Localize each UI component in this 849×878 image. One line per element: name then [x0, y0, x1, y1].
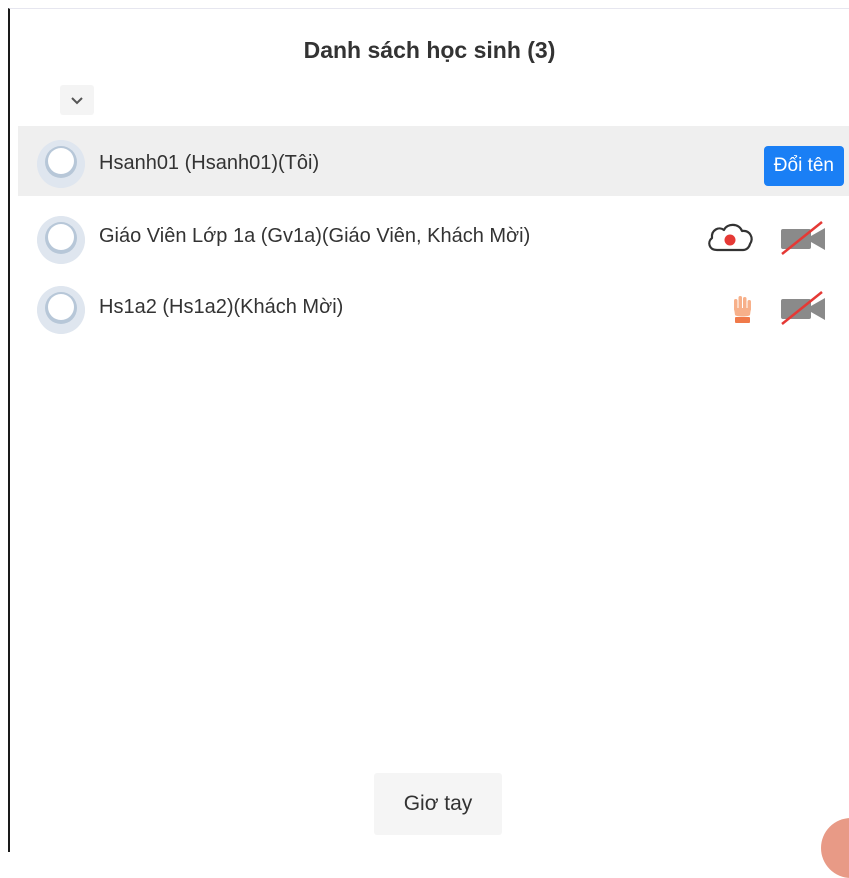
camera-off-icon: [781, 291, 825, 325]
rename-button[interactable]: Đổi tên: [763, 146, 844, 186]
raised-hand-icon: [734, 296, 751, 323]
participant-name: Giáo Viên Lớp 1a (Gv1a)(Giáo Viên, Khách…: [99, 225, 531, 247]
camera-toggle[interactable]: [777, 290, 829, 326]
participant-name: Hsanh01 (Hsanh01)(Tôi): [99, 152, 320, 174]
cloud-record-button[interactable]: [704, 219, 756, 255]
participant-row-teacher: Giáo Viên Lớp 1a (Gv1a)(Giáo Viên, Khách…: [18, 202, 849, 272]
panel-title: Danh sách học sinh (3): [303, 37, 556, 63]
raised-hand-indicator: [726, 292, 760, 326]
camera-off-icon: [781, 221, 825, 255]
raise-hand-button[interactable]: Giơ tay: [374, 773, 502, 835]
collapse-button[interactable]: [60, 85, 94, 115]
chevron-down-icon: [71, 96, 83, 104]
participant-name: Hs1a2 (Hs1a2)(Khách Mời): [99, 296, 344, 318]
avatar: [37, 286, 85, 334]
avatar: [37, 216, 85, 264]
participant-row-self: Hsanh01 (Hsanh01)(Tôi) Đổi tên: [18, 126, 849, 196]
camera-toggle[interactable]: [777, 220, 829, 256]
participant-row-student: Hs1a2 (Hs1a2)(Khách Mời): [18, 272, 849, 342]
user-avatar-icon: [37, 216, 85, 264]
user-avatar-icon: [37, 286, 85, 334]
cloud-record-icon: [708, 223, 753, 252]
avatar: [37, 140, 85, 188]
participant-panel: Danh sách học sinh (3) Hsanh01 (Hsanh01)…: [8, 8, 849, 852]
user-avatar-icon: [37, 140, 85, 188]
